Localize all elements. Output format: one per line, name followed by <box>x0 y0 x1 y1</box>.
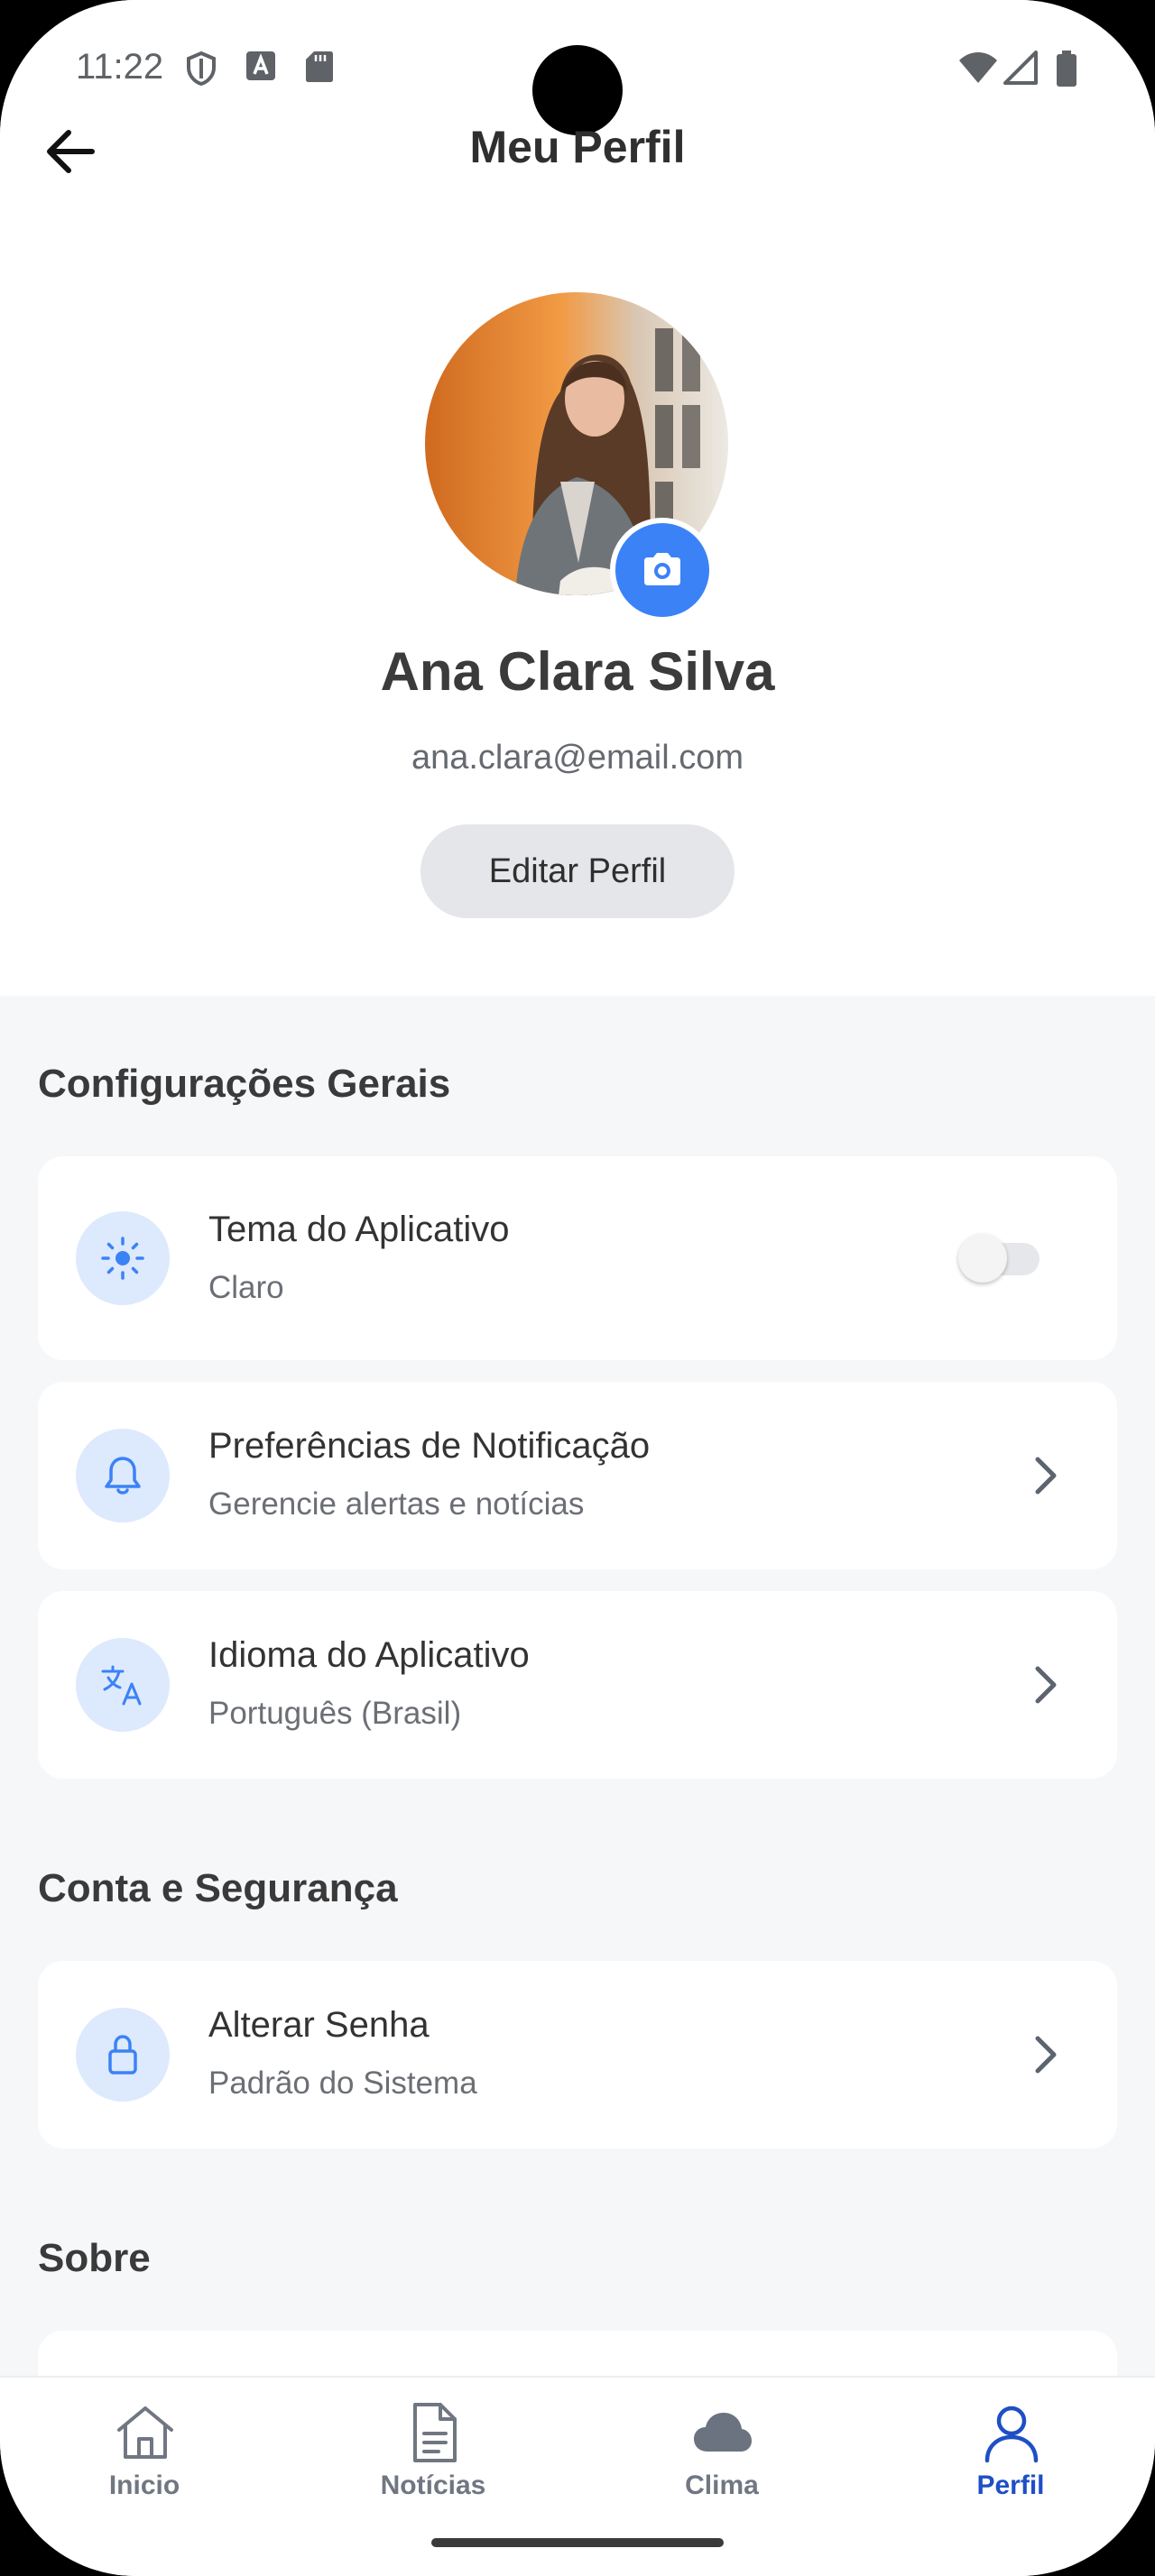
sun-icon <box>101 1237 144 1280</box>
bell-icon <box>105 1457 141 1495</box>
password-icon-badge <box>76 2008 170 2102</box>
setting-item-change-password[interactable]: Alterar Senha Padrão do Sistema <box>38 1961 1117 2148</box>
setting-item-theme[interactable]: Tema do Aplicativo Claro <box>38 1156 1117 1360</box>
cloud-icon <box>694 2413 752 2452</box>
section-title-about: Sobre <box>38 2236 151 2280</box>
setting-subtitle: Português (Brasil) <box>208 1696 462 1731</box>
battery-icon <box>1057 51 1076 87</box>
wifi-icon <box>959 52 997 83</box>
setting-subtitle: Claro <box>208 1270 284 1305</box>
setting-title: Alterar Senha <box>208 2005 430 2045</box>
nav-label: Perfil <box>976 2470 1045 2500</box>
profile-email: ana.clara@email.com <box>411 739 744 777</box>
setting-title: Idioma do Aplicativo <box>208 1635 530 1675</box>
chevron-right-icon <box>1035 2036 1057 2074</box>
nav-label: Inicio <box>108 2470 180 2500</box>
setting-title: Preferências de Notificação <box>208 1426 651 1466</box>
page-title: Meu Perfil <box>469 122 686 172</box>
nav-item-home[interactable]: Inicio <box>0 2378 289 2522</box>
lock-icon <box>108 2035 137 2075</box>
keyboard-a-icon <box>246 51 275 80</box>
nav-label: Clima <box>685 2470 759 2500</box>
section-title-general: Configurações Gerais <box>38 1062 451 1106</box>
setting-item-language[interactable]: Idioma do Aplicativo Português (Brasil) <box>38 1591 1117 1779</box>
setting-title: Tema do Aplicativo <box>208 1210 510 1249</box>
change-photo-button[interactable] <box>615 523 709 617</box>
chevron-right-icon <box>1035 1666 1057 1704</box>
edit-profile-button[interactable]: Editar Perfil <box>420 824 735 918</box>
setting-item-notifications[interactable]: Preferências de Notificação Gerencie ale… <box>38 1382 1117 1569</box>
section-title-account: Conta e Segurança <box>38 1866 398 1910</box>
notification-icon-badge <box>76 1429 170 1523</box>
nav-item-profile[interactable]: Perfil <box>866 2378 1155 2522</box>
home-indicator[interactable] <box>431 2538 724 2547</box>
camera-icon <box>644 553 680 585</box>
language-icon-badge <box>76 1638 170 1732</box>
document-icon <box>413 2403 457 2462</box>
setting-subtitle: Padrão do Sistema <box>208 2065 477 2101</box>
profile-name: Ana Clara Silva <box>380 641 775 702</box>
theme-icon-badge <box>76 1211 170 1305</box>
theme-toggle[interactable] <box>958 1234 1049 1283</box>
phone-screen: 11:22 Meu Perfil Ana Clara Silva ana.cla… <box>0 0 1155 2576</box>
setting-subtitle: Gerencie alertas e notícias <box>208 1486 585 1522</box>
toggle-thumb <box>958 1234 1007 1283</box>
sd-card-icon <box>306 51 333 82</box>
shield-icon <box>187 51 216 87</box>
chevron-right-icon <box>1035 1457 1057 1495</box>
home-icon <box>117 2406 173 2459</box>
nav-item-weather[interactable]: Clima <box>578 2378 866 2522</box>
nav-item-news[interactable]: Notícias <box>289 2378 578 2522</box>
nav-label: Notícias <box>380 2470 486 2500</box>
signal-icon <box>1003 51 1038 85</box>
person-icon <box>984 2406 1039 2463</box>
translate-icon <box>101 1665 142 1706</box>
status-time: 11:22 <box>76 47 164 87</box>
